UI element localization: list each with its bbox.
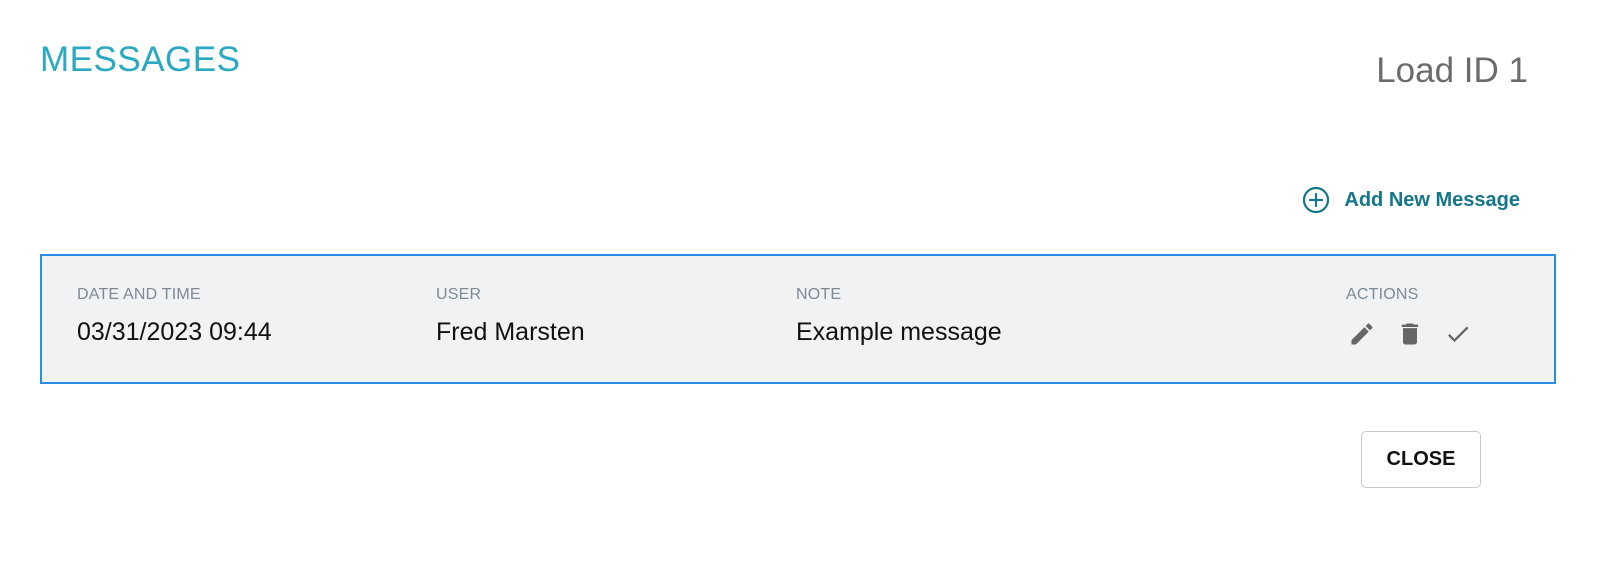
check-icon[interactable]	[1444, 320, 1472, 348]
delete-icon[interactable]	[1396, 320, 1424, 348]
cell-user: Fred Marsten	[436, 318, 585, 346]
add-new-message-button[interactable]: Add New Message	[1302, 186, 1520, 214]
add-new-message-label: Add New Message	[1344, 188, 1520, 211]
dialog-title: MESSAGES	[40, 40, 241, 79]
column-header-date-time: DATE AND TIME	[77, 286, 201, 303]
row-actions	[1348, 320, 1472, 348]
cell-date-time: 03/31/2023 09:44	[77, 318, 272, 346]
messages-table-row[interactable]: DATE AND TIME USER NOTE ACTIONS 03/31/20…	[40, 254, 1556, 384]
edit-icon[interactable]	[1348, 320, 1376, 348]
cell-note: Example message	[796, 318, 1002, 346]
load-id-label: Load ID 1	[1376, 51, 1528, 90]
column-header-user: USER	[436, 286, 482, 303]
close-button[interactable]: CLOSE	[1361, 431, 1481, 488]
plus-circle-icon	[1302, 186, 1330, 214]
column-header-actions: ACTIONS	[1346, 286, 1419, 303]
column-header-note: NOTE	[796, 286, 842, 303]
messages-dialog: MESSAGES Load ID 1 Add New Message DATE …	[0, 0, 1600, 585]
